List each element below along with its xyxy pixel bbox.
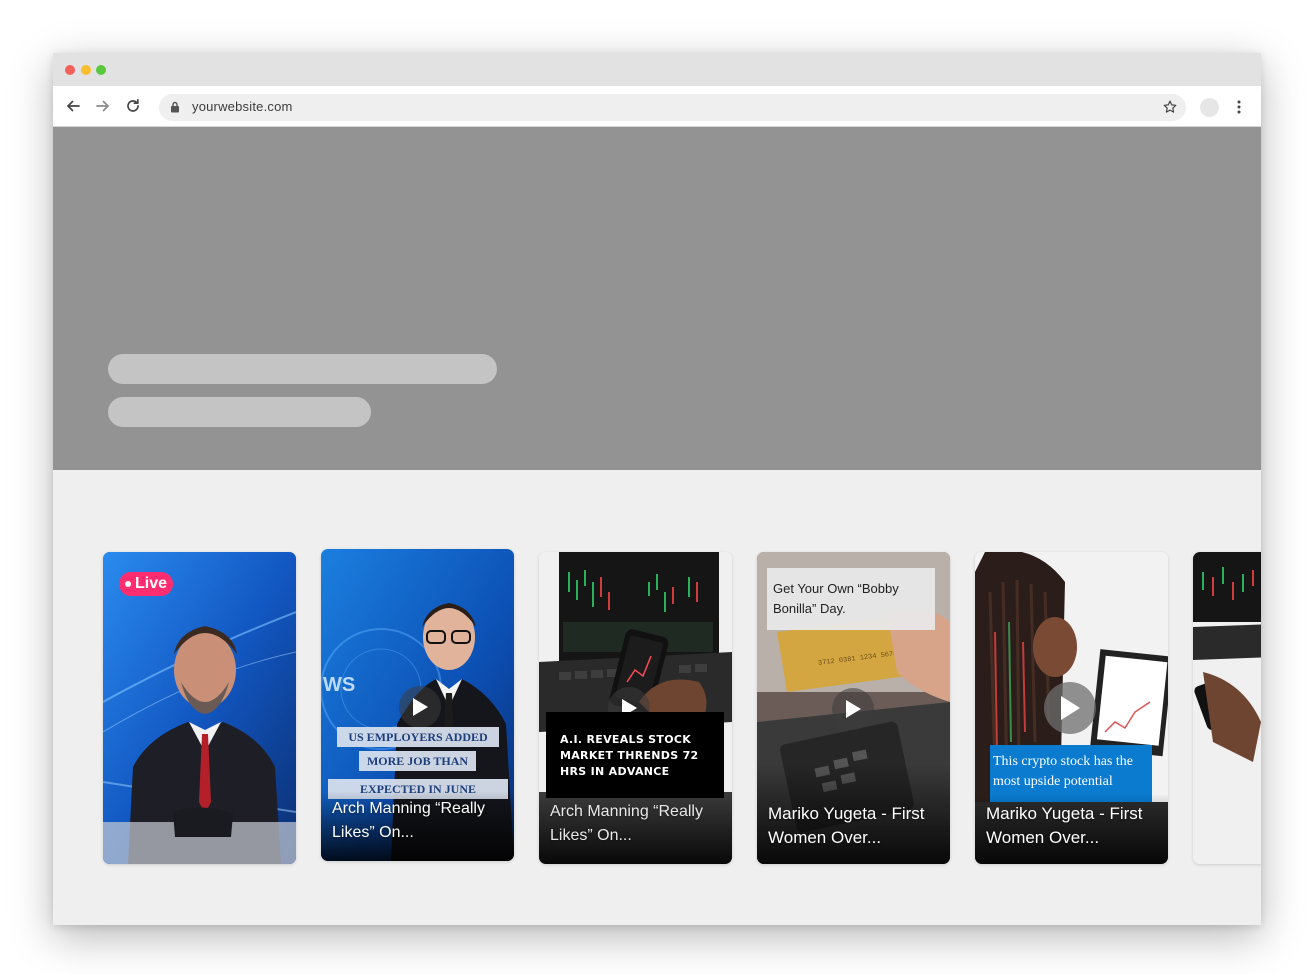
stock-laptop-image xyxy=(1193,552,1261,864)
maximize-window-button[interactable] xyxy=(96,65,106,75)
story-title: Mariko Yugeta - First Women Over... xyxy=(768,804,925,847)
story-carousel: Live WS US EMPLOYERS ADDED MORE JOB THAN… xyxy=(53,470,1261,925)
promo-caption: Get Your Own “Bobby Bonilla” Day. xyxy=(767,568,935,630)
live-dot-icon xyxy=(125,581,131,587)
star-icon[interactable] xyxy=(1162,99,1178,115)
news-anchor-image xyxy=(103,552,296,864)
browser-menu-button[interactable] xyxy=(1229,97,1249,117)
story-card-6[interactable] xyxy=(1193,552,1261,864)
address-bar[interactable]: yourwebsite.com xyxy=(159,94,1186,121)
story-card-live[interactable]: Live xyxy=(103,552,296,864)
play-icon xyxy=(846,700,861,718)
profile-avatar[interactable] xyxy=(1200,98,1219,117)
headline-line-3: HRS IN ADVANCE xyxy=(560,765,670,778)
story-card-3[interactable]: A.I. REVEALS STOCK MARKET THRENDS 72 HRS… xyxy=(539,552,732,864)
live-badge: Live xyxy=(119,572,174,596)
minimize-window-button[interactable] xyxy=(81,65,91,75)
browser-toolbar: yourwebsite.com xyxy=(53,86,1261,127)
close-window-button[interactable] xyxy=(65,65,75,75)
headline-line-2: MORE JOB THAN xyxy=(359,751,476,771)
svg-text:WS: WS xyxy=(323,674,355,696)
hero-subtitle-skeleton xyxy=(108,397,371,427)
title-bar xyxy=(53,53,1261,86)
play-button[interactable] xyxy=(399,686,441,728)
story-card-4[interactable]: 3712 0381 1234 5678 Get Your Own “Bobby … xyxy=(757,552,950,864)
forward-button[interactable] xyxy=(92,95,114,117)
arrow-right-icon xyxy=(96,100,109,112)
arrow-left-icon xyxy=(67,100,80,112)
story-title: Mariko Yugeta - First Women Over... xyxy=(986,804,1143,847)
story-card-2[interactable]: WS US EMPLOYERS ADDED MORE JOB THAN EXPE… xyxy=(321,549,514,861)
back-button[interactable] xyxy=(62,95,84,117)
headline-box: A.I. REVEALS STOCK MARKET THRENDS 72 HRS… xyxy=(546,712,724,798)
story-title: Arch Manning “Really Likes” On... xyxy=(332,800,485,841)
play-icon xyxy=(413,698,428,716)
url-text: yourwebsite.com xyxy=(192,99,293,114)
browser-window: yourwebsite.com Live WS US EMPLOYERS ADD… xyxy=(53,53,1261,925)
story-card-5[interactable]: This crypto stock has the most upside po… xyxy=(975,552,1168,864)
lock-icon xyxy=(171,101,179,113)
kebab-menu-icon xyxy=(1237,100,1241,114)
headline-line-1: A.I. REVEALS STOCK xyxy=(560,733,692,746)
headline-line-1: US EMPLOYERS ADDED xyxy=(337,727,499,747)
play-button[interactable] xyxy=(832,688,874,730)
reload-button[interactable] xyxy=(122,95,144,117)
play-button[interactable] xyxy=(1044,682,1096,734)
story-title: Arch Manning “Really Likes” On... xyxy=(550,803,703,844)
hero-title-skeleton xyxy=(108,354,497,384)
hero-banner xyxy=(53,127,1261,470)
play-icon xyxy=(1061,696,1080,720)
headline-line-2: MARKET THRENDS 72 xyxy=(560,749,699,762)
reload-icon xyxy=(127,98,139,112)
live-badge-label: Live xyxy=(135,575,168,592)
